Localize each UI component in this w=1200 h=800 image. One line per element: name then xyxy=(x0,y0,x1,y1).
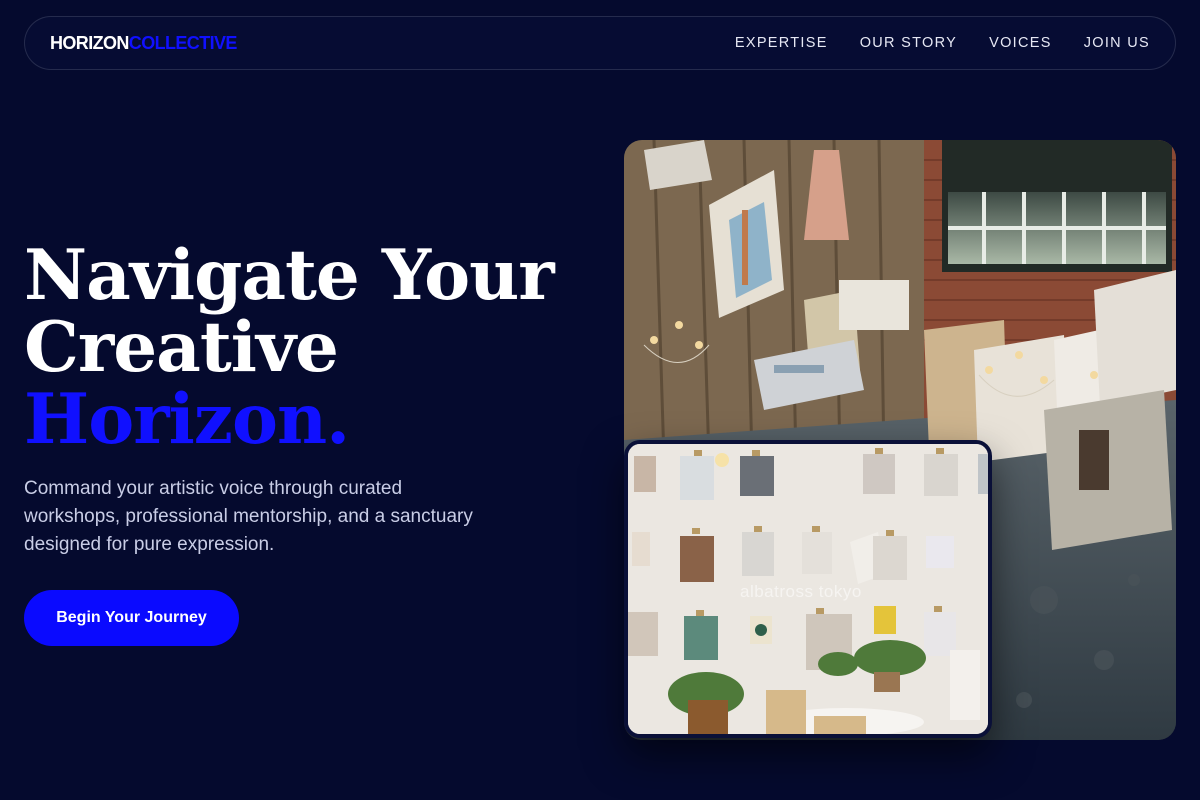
hero-headline: Navigate Your Creative Horizon. xyxy=(24,240,584,456)
hero-headline-line2: Creative xyxy=(24,307,339,388)
nav-link-expertise[interactable]: EXPERTISE xyxy=(735,35,828,51)
hero-headline-line1: Navigate Your xyxy=(24,235,555,316)
nav-links: EXPERTISE OUR STORY VOICES JOIN US xyxy=(735,35,1150,51)
hero-subtitle: Command your artistic voice through cura… xyxy=(24,478,473,555)
nav-link-our-story[interactable]: OUR STORY xyxy=(860,35,957,51)
page: HORIZONCOLLECTIVE EXPERTISE OUR STORY VO… xyxy=(0,0,1200,800)
brand-logo-part1: HORIZON xyxy=(50,32,129,53)
gallery-wall-photo: albatross tokyo xyxy=(624,440,992,738)
hero-headline-accent: Horizon. xyxy=(24,379,350,460)
brand-logo-part2: COLLECTIVE xyxy=(128,32,238,53)
top-nav: HORIZONCOLLECTIVE EXPERTISE OUR STORY VO… xyxy=(24,16,1176,70)
nav-link-voices[interactable]: VOICES xyxy=(989,35,1052,51)
nav-link-join-us[interactable]: JOIN US xyxy=(1084,35,1150,51)
brand-logo[interactable]: HORIZONCOLLECTIVE xyxy=(50,33,237,54)
begin-journey-button[interactable]: Begin Your Journey xyxy=(24,590,239,646)
inset-watermark: albatross tokyo xyxy=(740,582,862,601)
